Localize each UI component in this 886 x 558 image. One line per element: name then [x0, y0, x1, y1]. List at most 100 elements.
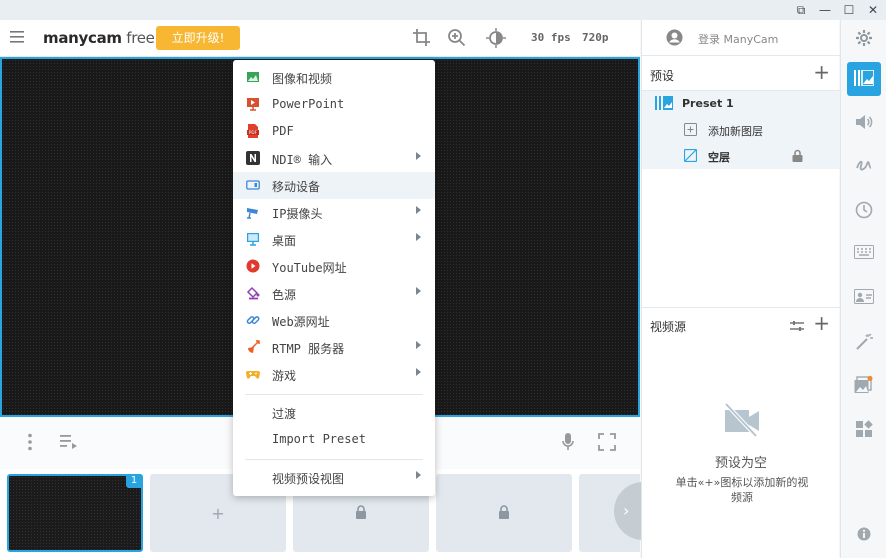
rtmp-icon — [248, 340, 260, 353]
powerpoint-icon — [247, 98, 259, 111]
preset-thumb-active[interactable]: 1 — [7, 474, 143, 552]
image-icon — [247, 72, 259, 82]
logo-edition: free — [126, 29, 155, 47]
maximize-icon: ☐ — [843, 3, 855, 17]
submenu-arrow-icon — [416, 471, 421, 479]
lock-icon — [436, 504, 572, 523]
hamburger-icon — [10, 31, 24, 43]
submenu-arrow-icon — [416, 341, 421, 349]
submenu-arrow-icon — [416, 368, 421, 376]
fps-readout: 30 fps — [531, 31, 571, 44]
menu-item-label: PDF — [272, 124, 294, 138]
menu-item-rtmp[interactable]: RTMP 服务器 — [233, 334, 435, 361]
menu-item-games[interactable]: 游戏 — [233, 361, 435, 388]
menu-item-import-preset[interactable]: Import Preset — [233, 426, 435, 453]
ndi-icon — [246, 151, 260, 165]
menu-item-color-source[interactable]: 色源 — [233, 280, 435, 307]
link-icon — [246, 316, 260, 325]
crop-icon — [413, 29, 430, 46]
close-icon: ✕ — [867, 3, 879, 17]
menu-item-transition[interactable]: 过渡 — [233, 399, 435, 426]
manycam-logo: manycam free — [43, 29, 155, 47]
preset-item[interactable]: Preset 1 — [642, 91, 840, 117]
sidebar-info[interactable] — [847, 519, 881, 553]
draw-icon — [856, 160, 872, 171]
menu-item-powerpoint[interactable]: PowerPoint — [233, 91, 435, 118]
menu-item-mobile-device[interactable]: 移动设备 — [233, 172, 435, 199]
minimize-button[interactable]: — — [814, 1, 836, 19]
menu-item-label: PowerPoint — [272, 97, 345, 111]
sidebar-presets[interactable] — [847, 62, 881, 96]
menu-divider — [245, 394, 423, 395]
settings-button[interactable] — [847, 21, 881, 55]
add-source-menu: 图像和视频 PowerPoint PDF PDF NDI® 输入 移动设备 IP… — [233, 60, 435, 496]
zoom-button[interactable] — [447, 28, 467, 51]
resolution-readout[interactable]: 720p — [582, 31, 609, 44]
menu-item-ip-camera[interactable]: IP摄像头 — [233, 199, 435, 226]
no-camera-icon — [724, 402, 759, 438]
menu-item-web-source[interactable]: Web源网址 — [233, 307, 435, 334]
more-options-button[interactable] — [26, 433, 34, 454]
video-sources-header: 视频源 + — [642, 307, 840, 341]
add-preset-button[interactable]: + — [813, 62, 830, 82]
playlist-button[interactable] — [60, 434, 78, 453]
login-label[interactable]: 登录 ManyCam — [698, 31, 778, 47]
add-layer-label: 添加新图层 — [708, 125, 763, 138]
preset-layers-icon — [655, 96, 673, 110]
sliders-icon[interactable] — [790, 321, 804, 331]
microphone-button[interactable] — [561, 432, 575, 455]
close-button[interactable]: ✕ — [862, 1, 884, 19]
submenu-arrow-icon — [416, 152, 421, 160]
sidebar-media[interactable] — [847, 368, 881, 402]
menu-item-youtube[interactable]: YouTube网址 — [233, 253, 435, 280]
lock-icon[interactable] — [792, 149, 803, 162]
add-layer-item[interactable]: 添加新图层 — [642, 117, 840, 143]
speaker-icon — [856, 115, 873, 129]
sidebar-widgets[interactable] — [847, 412, 881, 446]
video-sources-title: 视频源 — [650, 320, 687, 334]
sidebar-drawing[interactable] — [847, 150, 881, 184]
menu-item-images-videos[interactable]: 图像和视频 — [233, 64, 435, 91]
sidebar-chroma-key[interactable] — [847, 237, 881, 271]
preset-number-badge: 1 — [126, 474, 142, 488]
menu-button[interactable] — [10, 30, 26, 47]
add-layer-icon — [684, 123, 697, 136]
upgrade-button[interactable]: 立即升级! — [156, 26, 240, 50]
youtube-icon — [246, 259, 260, 273]
desktop-icon — [247, 233, 259, 246]
maximize-button[interactable]: ☐ — [838, 1, 860, 19]
menu-item-desktop[interactable]: 桌面 — [233, 226, 435, 253]
restore-window-button[interactable]: ⧉ — [790, 1, 812, 19]
plus-icon: + — [813, 60, 830, 84]
pdf-icon: PDF — [247, 124, 259, 138]
menu-divider — [245, 459, 423, 460]
sidebar-effects[interactable] — [847, 325, 881, 359]
locked-preset-thumb[interactable] — [436, 474, 572, 552]
info-icon — [857, 527, 871, 541]
keyboard-icon — [854, 245, 874, 259]
menu-item-label: NDI® 输入 — [272, 153, 333, 167]
add-video-source-button[interactable]: + — [813, 313, 830, 333]
fullscreen-button[interactable] — [598, 433, 616, 454]
right-sidebar — [840, 20, 886, 558]
login-row[interactable]: 登录 ManyCam — [642, 20, 840, 56]
presets-title: 预设 — [650, 69, 675, 83]
vertical-dots-icon — [28, 433, 32, 451]
menu-item-preset-view[interactable]: 视频预设视图 — [233, 464, 435, 491]
sidebar-audio[interactable] — [847, 106, 881, 140]
crop-button[interactable] — [412, 28, 432, 51]
empty-layer-label: 空层 — [708, 151, 730, 164]
gallery-icon — [854, 376, 873, 393]
adjust-button[interactable] — [486, 28, 506, 51]
sidebar-lower-thirds[interactable] — [847, 281, 881, 315]
empty-layer-item[interactable]: 空层 — [642, 143, 840, 169]
sidebar-time[interactable] — [847, 193, 881, 227]
presets-header: 预设 + — [642, 57, 840, 91]
submenu-arrow-icon — [416, 233, 421, 241]
preset-list: Preset 1 添加新图层 空层 — [642, 91, 840, 169]
menu-item-pdf[interactable]: PDF PDF — [233, 118, 435, 145]
mobile-device-icon — [246, 180, 260, 190]
plus-icon: + — [813, 311, 830, 335]
preset-name: Preset 1 — [682, 97, 734, 110]
menu-item-ndi[interactable]: NDI® 输入 — [233, 145, 435, 172]
